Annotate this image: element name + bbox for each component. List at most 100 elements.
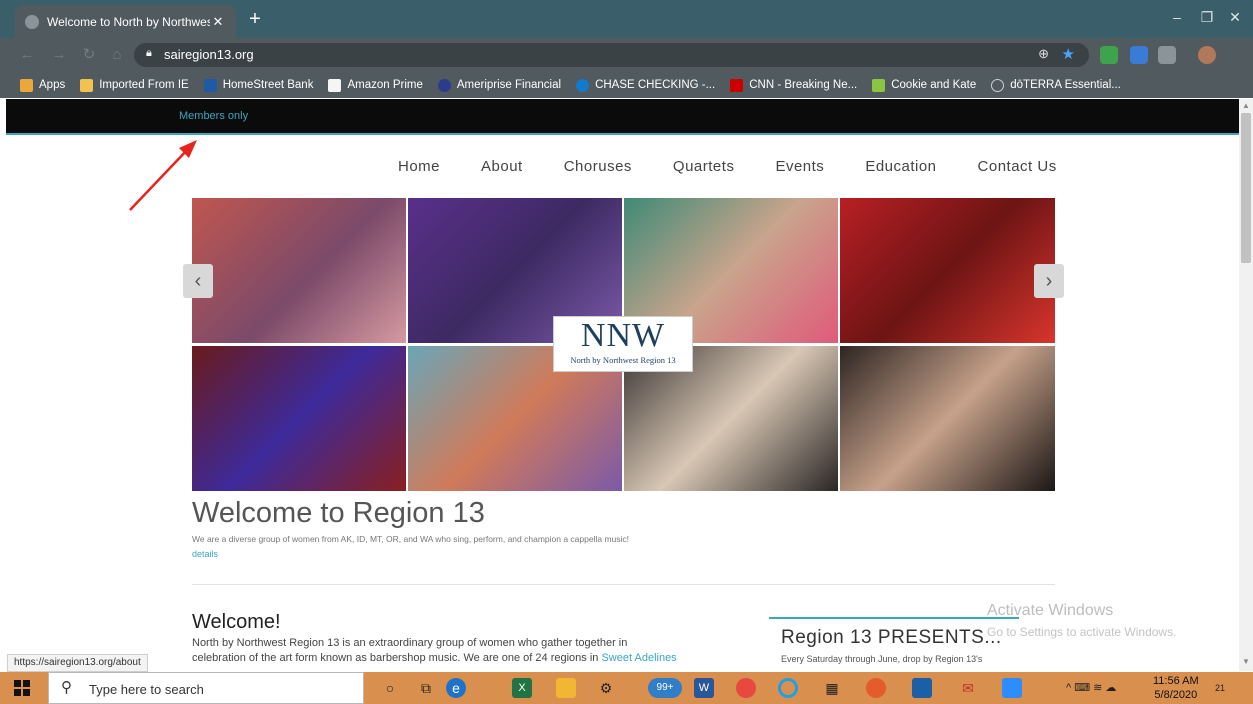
- home-icon[interactable]: ⌂: [106, 44, 128, 66]
- windows-start-icon[interactable]: [14, 680, 30, 696]
- news-app-icon[interactable]: [912, 678, 932, 698]
- address-url: sairegion13.org: [164, 47, 254, 62]
- amazon-icon: [328, 78, 342, 92]
- nav-quartets[interactable]: Quartets: [673, 158, 735, 175]
- bookmark-star-icon[interactable]: ★: [1062, 45, 1075, 63]
- bookmark-chase[interactable]: CHASE CHECKING -...: [576, 78, 715, 92]
- clock-time: 11:56 AM: [1153, 675, 1199, 687]
- logo-text: NNW: [580, 317, 666, 354]
- extension-shield-icon[interactable]: [1100, 46, 1118, 64]
- notification-count: 21: [1215, 683, 1226, 693]
- file-explorer-icon[interactable]: [556, 678, 576, 698]
- clock-date: 5/8/2020: [1154, 689, 1198, 701]
- excel-icon[interactable]: X: [512, 678, 532, 698]
- members-only-link[interactable]: Members only: [179, 110, 248, 122]
- hero-photo: [192, 198, 406, 343]
- logo-caption: North by Northwest Region 13: [570, 355, 676, 365]
- zoom-icon[interactable]: ⊕: [1038, 46, 1049, 62]
- bookmark-amazon-prime[interactable]: Amazon Prime: [328, 78, 423, 92]
- bookmark-label: HomeStreet Bank: [222, 79, 314, 91]
- cortana-icon[interactable]: ○: [380, 678, 400, 698]
- nav-choruses[interactable]: Choruses: [564, 158, 632, 175]
- hero-photo-collage: NNW North by Northwest Region 13: [192, 198, 1055, 491]
- browser-tab[interactable]: Welcome to North by Northwest ✕: [15, 5, 236, 38]
- new-tab-button[interactable]: +: [244, 8, 266, 30]
- page-title: Welcome to Region 13: [192, 497, 485, 529]
- bookmark-cnn[interactable]: CNN - Breaking Ne...: [730, 78, 858, 92]
- carousel-next-button[interactable]: ›: [1034, 264, 1064, 298]
- site-favicon-icon: [25, 14, 39, 29]
- bookmark-imported-from-ie[interactable]: Imported From IE: [80, 78, 189, 92]
- hero-photo: [840, 346, 1055, 491]
- extension-gray-icon[interactable]: [1158, 46, 1176, 64]
- bookmark-apps[interactable]: Apps: [20, 78, 65, 92]
- welcome-subtitle: We are a diverse group of women from AK,…: [192, 534, 629, 544]
- welcome-body-line: celebration of the art form known as bar…: [192, 651, 752, 666]
- word-icon[interactable]: W: [694, 678, 714, 698]
- calculator-icon[interactable]: ▦: [822, 678, 842, 698]
- site-top-bar: Members only: [6, 99, 1239, 135]
- presents-heading: Region 13 PRESENTS...: [781, 627, 1002, 648]
- apps-grid-icon: [20, 78, 33, 92]
- welcome-heading: Welcome!: [192, 611, 281, 633]
- activate-windows-title: Activate Windows: [987, 602, 1114, 619]
- nav-events[interactable]: Events: [775, 158, 824, 175]
- bookmark-ameriprise[interactable]: Ameriprise Financial: [437, 78, 561, 92]
- firefox-icon[interactable]: [866, 678, 886, 698]
- windows-taskbar: ⚲ Type here to search ○ ⧉ e X ⚙ 99+ W ▦ …: [0, 672, 1253, 704]
- mail-badge-icon[interactable]: 99+: [648, 678, 682, 698]
- activate-windows-subtitle: Go to Settings to activate Windows.: [987, 625, 1177, 639]
- notification-center-icon[interactable]: 21: [1215, 678, 1237, 698]
- back-icon[interactable]: ←: [16, 44, 38, 66]
- details-link[interactable]: details: [192, 549, 218, 559]
- nav-home[interactable]: Home: [398, 158, 440, 175]
- ameriprise-icon: [437, 78, 451, 92]
- page-scrollbar[interactable]: ▲ ▼: [1239, 99, 1253, 671]
- bank-icon: [203, 78, 217, 92]
- hero-photo: [192, 346, 406, 491]
- section-divider: [192, 584, 1055, 585]
- taskbar-clock[interactable]: 11:56 AM 5/8/2020: [1153, 674, 1199, 702]
- settings-gear-icon[interactable]: ⚙: [596, 678, 616, 698]
- cortana-ring-icon[interactable]: [778, 678, 798, 698]
- bookmark-homestreet-bank[interactable]: HomeStreet Bank: [203, 78, 314, 92]
- edge-icon[interactable]: e: [446, 678, 466, 698]
- bookmark-cookie-and-kate[interactable]: Cookie and Kate: [872, 78, 977, 92]
- bookmark-label: Cookie and Kate: [891, 79, 977, 91]
- scrollbar-thumb[interactable]: [1241, 113, 1251, 263]
- tab-close-button[interactable]: ✕: [210, 14, 226, 30]
- cookie-kate-icon: [872, 78, 886, 92]
- scroll-up-icon[interactable]: ▲: [1241, 101, 1251, 111]
- nav-education[interactable]: Education: [865, 158, 936, 175]
- carousel-prev-button[interactable]: ‹: [183, 264, 213, 298]
- scroll-down-icon[interactable]: ▼: [1241, 657, 1251, 667]
- address-bar[interactable]: 🔒︎ sairegion13.org ⊕ ★: [134, 43, 1089, 67]
- extension-a-icon[interactable]: [1130, 46, 1148, 64]
- window-close-button[interactable]: ✕: [1221, 6, 1249, 28]
- lock-icon: 🔒︎: [146, 47, 152, 59]
- forward-icon[interactable]: →: [48, 44, 70, 66]
- profile-avatar-icon[interactable]: [1198, 46, 1216, 64]
- bookmarks-bar: Apps Imported From IE HomeStreet Bank Am…: [0, 72, 1253, 98]
- presents-body: Every Saturday through June, drop by Reg…: [781, 654, 983, 664]
- nnw-logo: NNW North by Northwest Region 13: [553, 316, 693, 372]
- nav-contact-us[interactable]: Contact Us: [978, 158, 1057, 175]
- bookmark-label: CNN - Breaking Ne...: [749, 79, 858, 91]
- minimize-button[interactable]: –: [1163, 6, 1191, 28]
- folder-icon: [80, 78, 94, 92]
- task-view-icon[interactable]: ⧉: [416, 678, 436, 698]
- doterra-icon: [991, 78, 1005, 92]
- system-tray[interactable]: ^ ⌨ ≋ ☁: [1066, 681, 1116, 694]
- nav-about[interactable]: About: [481, 158, 523, 175]
- bookmark-label: dōTERRA Essential...: [1010, 79, 1121, 91]
- tab-title: Welcome to North by Northwest: [47, 14, 210, 29]
- reload-icon[interactable]: ↻: [78, 44, 100, 66]
- bookmark-doterra[interactable]: dōTERRA Essential...: [991, 78, 1121, 92]
- restore-button[interactable]: ❐: [1193, 6, 1221, 28]
- taskbar-search-box[interactable]: ⚲ Type here to search: [48, 672, 364, 704]
- cnn-icon: [730, 78, 744, 92]
- zoom-app-icon[interactable]: [1002, 678, 1022, 698]
- sweet-adelines-link[interactable]: Sweet Adelines: [601, 652, 676, 664]
- chrome-icon[interactable]: [736, 678, 756, 698]
- gmail-icon[interactable]: ✉: [958, 678, 978, 698]
